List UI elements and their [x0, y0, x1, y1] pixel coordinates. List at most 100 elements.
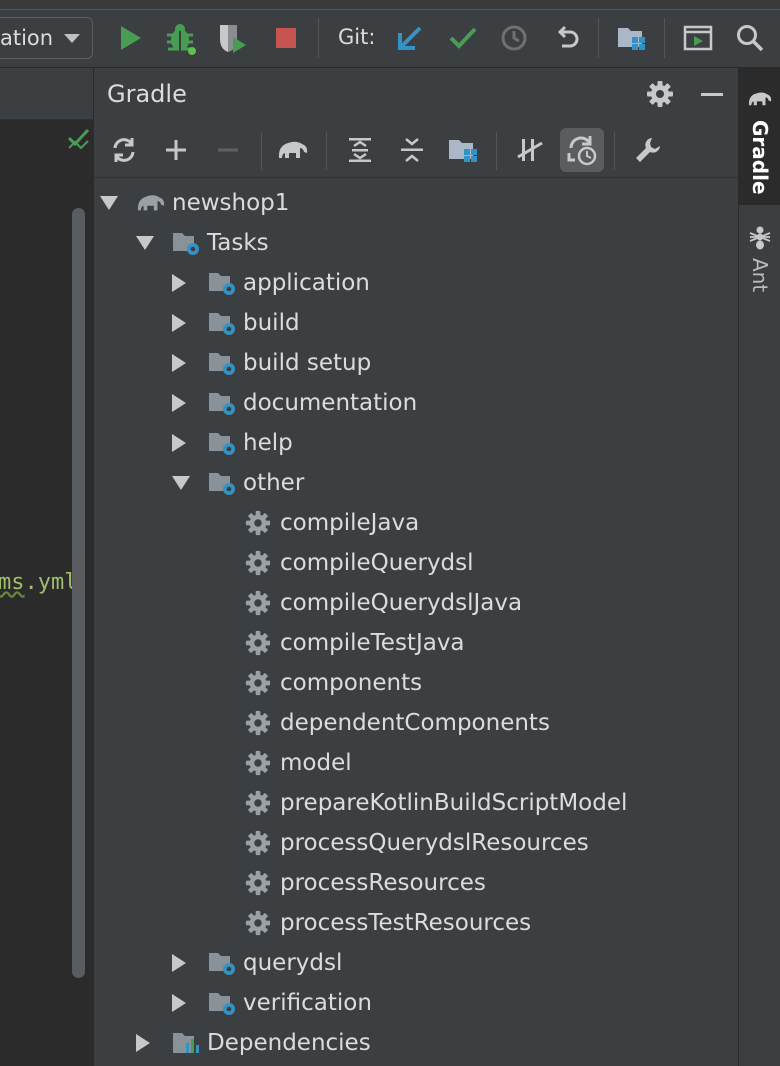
collapse-all-button[interactable]: [390, 128, 434, 172]
inspection-ok-icon: [66, 126, 92, 156]
tree-node-task[interactable]: processQuerydslResources: [244, 823, 589, 863]
git-rollback-button[interactable]: [549, 20, 585, 56]
chevron-right-icon[interactable]: [172, 954, 186, 972]
presentation-mode-button[interactable]: [680, 20, 716, 56]
git-update-button[interactable]: [392, 20, 428, 56]
chevron-right-icon[interactable]: [172, 434, 186, 452]
tree-node-project[interactable]: newshop1: [100, 183, 289, 223]
toolbar-separator: [261, 132, 262, 170]
open-gradle-config-button[interactable]: [442, 128, 486, 172]
tree-node-label: compileQuerydslJava: [280, 590, 523, 616]
tree-node-task[interactable]: prepareKotlinBuildScriptModel: [244, 783, 627, 823]
execute-gradle-task-button[interactable]: [271, 128, 315, 172]
tree-node-task-group[interactable]: build setup: [172, 343, 371, 383]
panel-hide-button[interactable]: [697, 78, 727, 110]
tree-node-task[interactable]: compileTestJava: [244, 623, 465, 663]
folder-gear-icon: [207, 389, 239, 417]
gear-icon: [244, 670, 272, 696]
reload-gradle-button[interactable]: [102, 128, 146, 172]
chevron-right-icon[interactable]: [172, 314, 186, 332]
editor-code-line[interactable]: ms.yml: [0, 570, 77, 595]
window-top-edge: [0, 0, 780, 10]
folder-gear-icon: [207, 269, 239, 297]
tree-node-task[interactable]: model: [244, 743, 352, 783]
tree-node-label: components: [280, 670, 423, 696]
minimize-icon: [701, 93, 723, 96]
tree-node-label: prepareKotlinBuildScriptModel: [280, 790, 628, 816]
search-everywhere-button[interactable]: [732, 20, 768, 56]
ant-tool-window-tab[interactable]: Ant: [739, 218, 780, 308]
folder-gear-icon: [207, 309, 239, 337]
tree-node-task[interactable]: components: [244, 663, 422, 703]
tree-node-label: compileQuerydsl: [280, 550, 474, 576]
gear-icon: [244, 910, 272, 936]
chevron-right-icon[interactable]: [172, 274, 186, 292]
arrow-down-left-icon: [398, 26, 422, 50]
gear-icon: [244, 630, 272, 656]
tree-node-label: Dependencies: [207, 1030, 371, 1056]
editor-tab-bar: [0, 68, 93, 120]
toolbar-separator: [318, 18, 319, 58]
tree-node-task-group[interactable]: querydsl: [172, 943, 342, 983]
panel-settings-button[interactable]: [644, 78, 676, 110]
expand-all-icon: [349, 138, 371, 162]
tree-node-task-group[interactable]: build: [172, 303, 300, 343]
tree-node-task[interactable]: processTestResources: [244, 903, 531, 943]
tree-node-task[interactable]: compileJava: [244, 503, 419, 543]
tree-node-task-group[interactable]: verification: [172, 983, 372, 1023]
git-commit-button[interactable]: [445, 20, 481, 56]
plus-icon: [166, 140, 186, 160]
tree-node-label: model: [280, 750, 352, 776]
git-label: Git:: [338, 25, 376, 49]
tree-node-task-group[interactable]: documentation: [172, 383, 417, 423]
chevron-right-icon[interactable]: [172, 994, 186, 1012]
chevron-right-icon[interactable]: [172, 354, 186, 372]
folder-gear-icon: [207, 989, 239, 1017]
tree-node-label: help: [243, 430, 293, 456]
ant-tab-label: Ant: [748, 258, 772, 293]
unlink-gradle-project-button[interactable]: [206, 128, 250, 172]
gradle-tool-window-tab[interactable]: Gradle: [739, 68, 780, 205]
toolbar-separator: [664, 18, 665, 58]
project-structure-button[interactable]: [614, 20, 650, 56]
tree-node-task[interactable]: processResources: [244, 863, 486, 903]
tree-node-task[interactable]: compileQuerydslJava: [244, 583, 522, 623]
link-gradle-project-button[interactable]: [154, 128, 198, 172]
editor-scrollbar[interactable]: [72, 208, 85, 978]
show-dependencies-button[interactable]: [560, 128, 604, 172]
gear-icon: [244, 830, 272, 856]
toggle-offline-mode-button[interactable]: [508, 128, 552, 172]
expand-all-button[interactable]: [338, 128, 382, 172]
run-button[interactable]: [112, 20, 148, 56]
chevron-right-icon[interactable]: [172, 394, 186, 412]
checkmark-icon: [449, 27, 477, 49]
ant-icon: [749, 226, 771, 250]
chevron-down-icon[interactable]: [136, 236, 154, 250]
folder-grid-icon: [618, 28, 645, 50]
run-with-coverage-button[interactable]: [214, 20, 250, 56]
tree-node-tasks[interactable]: Tasks: [136, 223, 269, 263]
git-history-button[interactable]: [496, 20, 532, 56]
debug-button[interactable]: [163, 20, 199, 56]
tree-node-label: querydsl: [243, 950, 343, 976]
stop-button[interactable]: [268, 20, 304, 56]
gear-icon: [244, 710, 272, 736]
tree-node-task-group[interactable]: application: [172, 263, 370, 303]
tree-node-task[interactable]: dependentComponents: [244, 703, 550, 743]
tree-node-dependencies[interactable]: Dependencies: [136, 1023, 371, 1063]
gradle-elephant-icon: [278, 141, 308, 158]
toolbar-separator: [614, 132, 615, 170]
chevron-down-icon[interactable]: [100, 196, 118, 210]
tree-node-label: newshop1: [172, 190, 290, 216]
panel-divider[interactable]: [93, 68, 94, 1066]
gear-icon: [244, 870, 272, 896]
chevron-right-icon[interactable]: [136, 1034, 150, 1052]
build-tool-settings-button[interactable]: [626, 128, 670, 172]
tree-node-task-group[interactable]: help: [172, 423, 293, 463]
run-configuration-selector[interactable]: ation: [0, 17, 93, 59]
tree-node-task-group[interactable]: other: [172, 463, 304, 503]
chevron-down-icon[interactable]: [172, 476, 190, 490]
tree-node-task[interactable]: compileQuerydsl: [244, 543, 474, 583]
gear-icon: [244, 750, 272, 776]
collapse-all-icon: [401, 138, 423, 162]
